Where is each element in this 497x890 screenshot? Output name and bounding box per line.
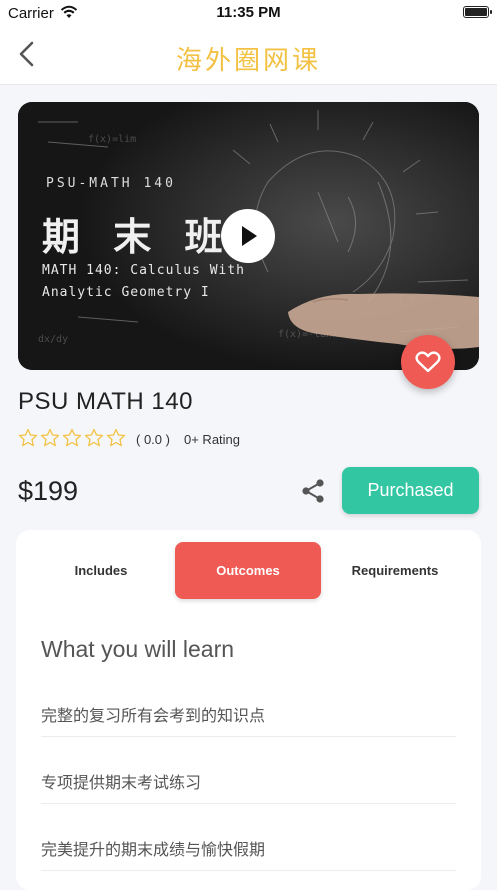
- app-title: 海外圈网课: [175, 46, 321, 76]
- tab-outcomes[interactable]: Outcomes: [175, 542, 321, 599]
- list-item: 完整的复习所有会考到的知识点: [41, 702, 456, 737]
- list-item: 完美提升的期末成绩与愉快假期: [41, 836, 456, 871]
- nav-bar: 海外圈网课: [0, 26, 497, 85]
- svg-text:f(x)=lim: f(x)=lim: [88, 134, 136, 145]
- star-icon: [62, 428, 82, 447]
- tab-requirements[interactable]: Requirements: [322, 542, 468, 599]
- star-icon: [18, 428, 38, 447]
- tab-includes[interactable]: Includes: [28, 542, 174, 599]
- section-heading: What you will learn: [41, 636, 235, 662]
- video-title: 期 末 班: [42, 215, 233, 259]
- share-icon[interactable]: [299, 477, 327, 505]
- list-item: 专项提供期末考试练习: [41, 769, 456, 804]
- star-icon: [106, 428, 126, 447]
- course-title: PSU MATH 140: [18, 388, 193, 415]
- clock: 11:35 PM: [216, 4, 281, 21]
- video-subtitle: PSU-MATH 140: [46, 176, 176, 191]
- svg-text:dx/dy: dx/dy: [38, 334, 68, 345]
- rating-count: 0+ Rating: [184, 432, 241, 447]
- battery-icon: [463, 6, 492, 18]
- course-price: $199: [18, 476, 79, 506]
- play-button[interactable]: [221, 209, 275, 263]
- course-details-card: Includes Outcomes Requirements What you …: [16, 530, 481, 890]
- purchased-button[interactable]: Purchased: [342, 467, 479, 514]
- star-rating: [18, 428, 126, 450]
- rating-value: ( 0.0 ): [136, 432, 170, 447]
- play-icon: [242, 226, 257, 246]
- favorite-button[interactable]: [401, 335, 455, 389]
- star-icon: [40, 428, 60, 447]
- star-icon: [84, 428, 104, 447]
- heart-icon: [415, 351, 441, 373]
- status-bar: Carrier 11:35 PM: [0, 0, 497, 26]
- video-description: MATH 140: Calculus With Analytic Geometr…: [42, 263, 246, 300]
